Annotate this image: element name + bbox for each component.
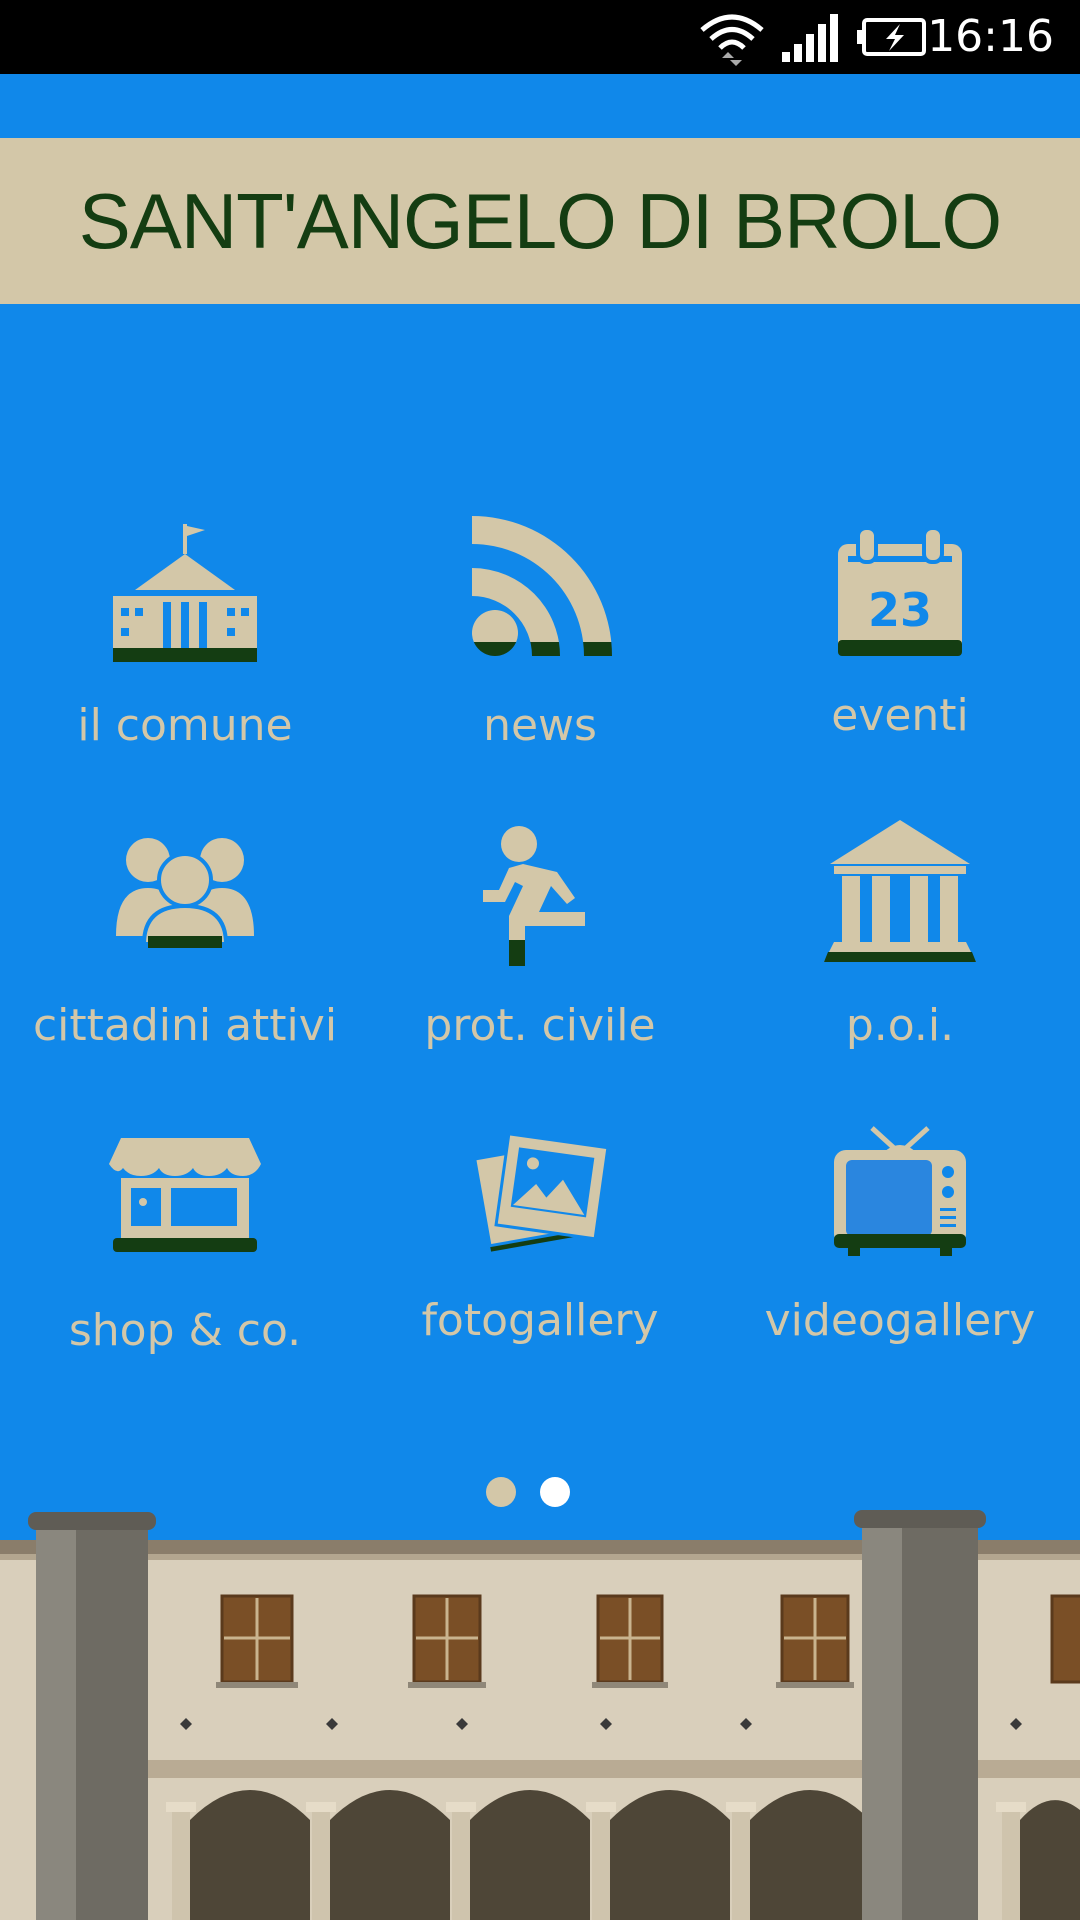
shop-icon bbox=[109, 1138, 261, 1252]
people-icon bbox=[116, 838, 254, 948]
menu-tile-eventi[interactable]: 23 eventi bbox=[720, 500, 1080, 760]
menu-label: eventi bbox=[831, 690, 969, 741]
menu-label: il comune bbox=[77, 700, 293, 751]
menu-tile-shop[interactable]: shop & co. bbox=[5, 1120, 365, 1370]
menu-label: news bbox=[483, 700, 597, 751]
menu-tile-il-comune[interactable]: il comune bbox=[5, 500, 365, 760]
tv-icon bbox=[834, 1126, 966, 1256]
menu-label: videogallery bbox=[764, 1295, 1036, 1346]
menu-tile-cittadini-attivi[interactable]: cittadini attivi bbox=[5, 820, 365, 1060]
battery-charging-icon bbox=[857, 18, 926, 56]
menu-label: p.o.i. bbox=[845, 1000, 955, 1051]
status-time: 16:16 bbox=[927, 11, 1054, 62]
menu-tile-news[interactable]: news bbox=[360, 500, 720, 760]
header-banner: SANT'ANGELO DI BROLO bbox=[0, 138, 1080, 304]
town-hall-icon bbox=[113, 524, 257, 662]
page-title: SANT'ANGELO DI BROLO bbox=[78, 176, 1002, 265]
menu-label: fotogallery bbox=[421, 1295, 659, 1346]
cloister-photo bbox=[0, 1510, 1080, 1920]
signal-icon bbox=[782, 14, 838, 62]
menu-label: cittadini attivi bbox=[32, 1000, 338, 1051]
wifi-icon bbox=[700, 14, 764, 66]
calendar-icon: 23 bbox=[838, 526, 962, 656]
menu-tile-videogallery[interactable]: videogallery bbox=[720, 1120, 1080, 1370]
emergency-exit-icon bbox=[483, 826, 585, 966]
calendar-day: 23 bbox=[868, 583, 932, 637]
menu-label: shop & co. bbox=[68, 1305, 302, 1356]
menu-label: prot. civile bbox=[424, 1000, 656, 1051]
monument-icon bbox=[824, 820, 976, 962]
status-bar: 16:16 bbox=[0, 0, 1080, 74]
photos-icon bbox=[473, 1132, 610, 1252]
menu-tile-prot-civile[interactable]: prot. civile bbox=[360, 820, 720, 1060]
menu-tile-poi[interactable]: p.o.i. bbox=[720, 820, 1080, 1060]
pager-dot-1[interactable] bbox=[486, 1477, 516, 1507]
pager-dot-2[interactable] bbox=[540, 1477, 570, 1507]
rss-icon bbox=[472, 516, 612, 656]
menu-tile-fotogallery[interactable]: fotogallery bbox=[360, 1120, 720, 1370]
